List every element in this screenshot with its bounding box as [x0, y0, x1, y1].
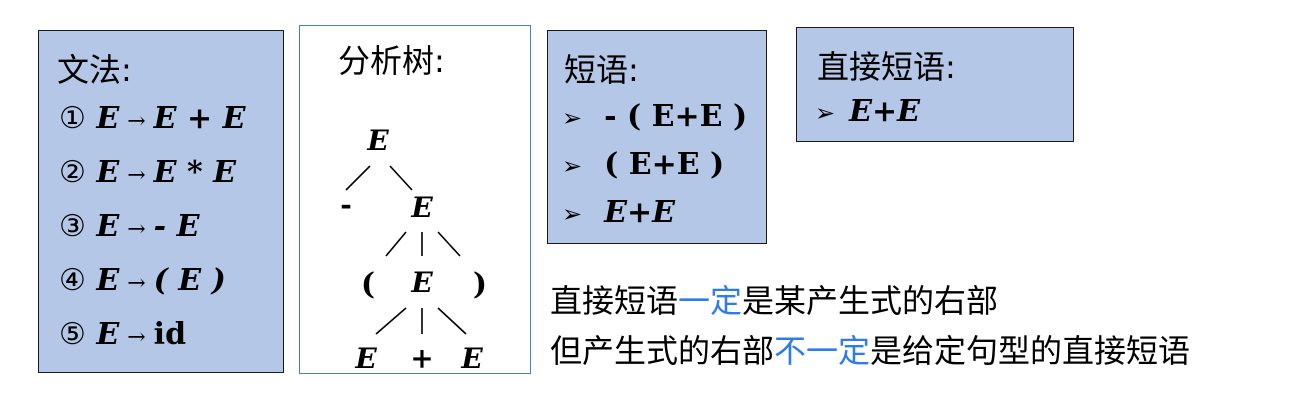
tree-node-lparen: ( — [361, 267, 375, 302]
direct-phrase-box: 直接短语: ➢ E+E — [796, 27, 1074, 142]
rule-rhs: E * E — [153, 155, 236, 190]
rule-lhs: E — [96, 263, 120, 298]
phrase-text: ( E+E ) — [604, 147, 725, 182]
rule-rhs: E + E — [153, 101, 246, 136]
phrases-title: 短语: — [564, 51, 639, 89]
rule-lhs: E — [96, 317, 120, 352]
rule-number: ① — [59, 101, 86, 136]
phrase-text: E+E — [604, 195, 675, 230]
note-text: 但产生式的右部 — [550, 332, 775, 370]
arrow-bullet-icon: ➢ — [562, 152, 583, 180]
rule-rhs: id — [153, 317, 187, 352]
phrases-box: 短语: ➢ - ( E+E ) ➢ ( E+E ) ➢ E+E — [547, 30, 767, 244]
note-line-2: 但产生式的右部不一定是给定句型的直接短语 — [550, 326, 1190, 372]
arrow-bullet-icon: ➢ — [815, 99, 836, 127]
note-line-1: 直接短语一定是某产生式的右部 — [550, 276, 998, 322]
phrase-text: - ( E+E ) — [604, 99, 748, 134]
arrow-icon: → — [127, 217, 146, 242]
grammar-title: 文法: — [57, 51, 132, 89]
grammar-rule: ② E → E * E — [59, 155, 236, 190]
note-highlight: 不一定 — [774, 332, 871, 370]
note-highlight: 一定 — [678, 282, 743, 320]
direct-phrase-title: 直接短语: — [817, 48, 956, 86]
rule-number: ② — [59, 155, 86, 190]
arrow-bullet-icon: ➢ — [562, 200, 583, 228]
note-text: 直接短语 — [550, 282, 679, 320]
direct-phrase-item: ➢ E+E — [815, 94, 920, 129]
tree-node-minus: - — [340, 188, 352, 221]
arrow-icon: → — [127, 109, 146, 134]
grammar-rule: ⑤ E → id — [59, 317, 186, 352]
tree-node-rparen: ) — [473, 267, 487, 302]
grammar-box: 文法: ① E → E + E ② E → E * E ③ E → - E ④ E → ( E … — [38, 30, 284, 373]
note-text: 是某产生式的右部 — [742, 282, 999, 320]
rule-number: ④ — [59, 263, 86, 298]
tree-edge — [389, 165, 413, 191]
tree-node-e2: E — [410, 266, 433, 299]
rule-rhs: ( E ) — [153, 263, 226, 298]
grammar-rule: ① E → E + E — [59, 101, 245, 136]
parse-tree-box: 分析树: E - E ( E ) E + E — [299, 25, 531, 374]
phrase-item: ➢ ( E+E ) — [562, 147, 724, 182]
tree-node-e1: E — [410, 191, 433, 224]
arrow-icon: → — [127, 163, 146, 188]
phrase-item: ➢ - ( E+E ) — [562, 99, 747, 134]
grammar-rule: ④ E → ( E ) — [59, 263, 226, 298]
arrow-icon: → — [127, 271, 146, 296]
direct-phrase-text: E+E — [849, 94, 920, 129]
arrow-icon: → — [127, 325, 146, 350]
tree-edge — [345, 165, 371, 191]
tree-edge — [385, 231, 407, 257]
rule-number: ⑤ — [59, 317, 86, 352]
tree-node-root: E — [366, 124, 389, 157]
tree-edge — [437, 307, 467, 335]
parse-tree-diagram: E - E ( E ) E + E — [340, 124, 487, 372]
tree-node-e3: E — [354, 342, 377, 372]
phrase-item: ➢ E+E — [562, 195, 675, 230]
rule-lhs: E — [96, 101, 120, 136]
tree-node-plus: + — [410, 342, 433, 372]
rule-rhs: - E — [153, 209, 200, 244]
rule-lhs: E — [96, 155, 120, 190]
tree-edge — [437, 231, 461, 257]
tree-edge — [375, 307, 407, 335]
tree-node-e4: E — [460, 342, 483, 372]
rule-lhs: E — [96, 209, 120, 244]
note-text: 是给定句型的直接短语 — [870, 332, 1191, 370]
grammar-rule: ③ E → - E — [59, 209, 199, 244]
arrow-bullet-icon: ➢ — [562, 104, 583, 132]
rule-number: ③ — [59, 209, 86, 244]
